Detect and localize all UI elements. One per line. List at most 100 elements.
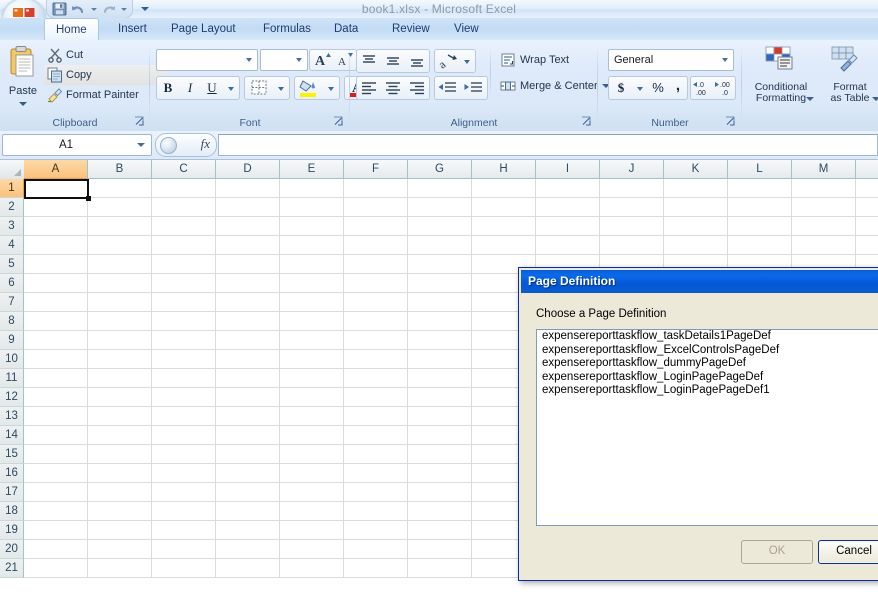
- cell-F9[interactable]: [344, 331, 408, 350]
- cell-E10[interactable]: [280, 350, 344, 369]
- cell-D7[interactable]: [216, 293, 280, 312]
- align-right-button[interactable]: [405, 77, 429, 99]
- fill-color-dropdown-icon[interactable]: [323, 77, 339, 99]
- column-header-d[interactable]: D: [216, 160, 280, 179]
- cell-D15[interactable]: [216, 445, 280, 464]
- increase-decimal-button[interactable]: .0 .00: [691, 77, 713, 99]
- cell-G4[interactable]: [408, 236, 472, 255]
- cut-button[interactable]: Cut: [44, 45, 83, 65]
- column-header-i[interactable]: I: [536, 160, 600, 179]
- cell-A16[interactable]: [24, 464, 88, 483]
- decrease-indent-button[interactable]: [435, 77, 461, 99]
- cell-C19[interactable]: [152, 521, 216, 540]
- cell-E18[interactable]: [280, 502, 344, 521]
- undo-icon[interactable]: [70, 1, 87, 17]
- number-format-dropdown-icon[interactable]: [722, 58, 728, 62]
- row-header-4[interactable]: 4: [0, 236, 24, 255]
- wrap-text-button[interactable]: Wrap Text: [496, 50, 569, 70]
- cell-E4[interactable]: [280, 236, 344, 255]
- cell-C12[interactable]: [152, 388, 216, 407]
- increase-indent-button[interactable]: [461, 77, 487, 99]
- name-box-dropdown-icon[interactable]: [137, 143, 145, 147]
- cell-B16[interactable]: [88, 464, 152, 483]
- cell-F6[interactable]: [344, 274, 408, 293]
- font-name-dropdown-icon[interactable]: [246, 58, 252, 62]
- format-painter-button[interactable]: Format Painter: [44, 85, 139, 105]
- cell-B6[interactable]: [88, 274, 152, 293]
- cell-G21[interactable]: [408, 559, 472, 578]
- bold-button[interactable]: B: [157, 77, 179, 99]
- cell-C3[interactable]: [152, 217, 216, 236]
- column-header-h[interactable]: H: [472, 160, 536, 179]
- conditional-formatting-button[interactable]: Conditional Formatting: [746, 44, 816, 106]
- cell-F11[interactable]: [344, 369, 408, 388]
- cell-B3[interactable]: [88, 217, 152, 236]
- cell-A10[interactable]: [24, 350, 88, 369]
- cell-C1[interactable]: [152, 179, 216, 198]
- format-as-table-dropdown-icon[interactable]: [872, 97, 878, 101]
- cell-G5[interactable]: [408, 255, 472, 274]
- cell-A6[interactable]: [24, 274, 88, 293]
- cell-B1[interactable]: [88, 179, 152, 198]
- italic-button[interactable]: I: [179, 77, 201, 99]
- cell-G1[interactable]: [408, 179, 472, 198]
- cell-E1[interactable]: [280, 179, 344, 198]
- cell-D9[interactable]: [216, 331, 280, 350]
- cell-E16[interactable]: [280, 464, 344, 483]
- cell-G6[interactable]: [408, 274, 472, 293]
- cell-D10[interactable]: [216, 350, 280, 369]
- row-header-10[interactable]: 10: [0, 350, 24, 369]
- underline-dropdown-icon[interactable]: [223, 77, 239, 99]
- cell-L3[interactable]: [728, 217, 792, 236]
- cell-E2[interactable]: [280, 198, 344, 217]
- grow-font-button[interactable]: A: [310, 50, 333, 70]
- paste-button[interactable]: Paste: [4, 44, 42, 110]
- cell-D1[interactable]: [216, 179, 280, 198]
- cell-C18[interactable]: [152, 502, 216, 521]
- cell-J2[interactable]: [600, 198, 664, 217]
- customize-qat-icon[interactable]: [139, 3, 151, 15]
- cell-F18[interactable]: [344, 502, 408, 521]
- cell-G9[interactable]: [408, 331, 472, 350]
- copy-button[interactable]: Copy: [44, 65, 166, 85]
- cell-D11[interactable]: [216, 369, 280, 388]
- cell-C17[interactable]: [152, 483, 216, 502]
- cell-B9[interactable]: [88, 331, 152, 350]
- cell-A14[interactable]: [24, 426, 88, 445]
- cell-D4[interactable]: [216, 236, 280, 255]
- cell-A7[interactable]: [24, 293, 88, 312]
- cell-L2[interactable]: [728, 198, 792, 217]
- accounting-dropdown-icon[interactable]: [633, 77, 647, 99]
- cell-I4[interactable]: [536, 236, 600, 255]
- row-header-7[interactable]: 7: [0, 293, 24, 312]
- percent-format-button[interactable]: %: [647, 77, 669, 99]
- cell-E5[interactable]: [280, 255, 344, 274]
- tab-home[interactable]: Home: [44, 18, 99, 41]
- column-header-f[interactable]: F: [344, 160, 408, 179]
- accounting-format-button[interactable]: $: [609, 77, 633, 99]
- cell-E17[interactable]: [280, 483, 344, 502]
- format-as-table-button[interactable]: Format as Table: [820, 44, 878, 106]
- merge-center-button[interactable]: Merge & Center: [496, 76, 610, 96]
- cell-D8[interactable]: [216, 312, 280, 331]
- row-header-1[interactable]: 1: [0, 179, 24, 198]
- cell-F14[interactable]: [344, 426, 408, 445]
- cell-D13[interactable]: [216, 407, 280, 426]
- cell-G17[interactable]: [408, 483, 472, 502]
- name-box[interactable]: A1: [2, 134, 152, 156]
- cell-D16[interactable]: [216, 464, 280, 483]
- cell-A8[interactable]: [24, 312, 88, 331]
- clipboard-dialog-launcher-icon[interactable]: [133, 115, 146, 128]
- cell-F20[interactable]: [344, 540, 408, 559]
- cell-F12[interactable]: [344, 388, 408, 407]
- cell-F8[interactable]: [344, 312, 408, 331]
- cell-B17[interactable]: [88, 483, 152, 502]
- cell-M1[interactable]: [792, 179, 856, 198]
- cell-F13[interactable]: [344, 407, 408, 426]
- cell-C4[interactable]: [152, 236, 216, 255]
- redo-dropdown-icon[interactable]: [119, 1, 128, 17]
- insert-function-icon[interactable]: fx: [201, 136, 210, 152]
- column-header-c[interactable]: C: [152, 160, 216, 179]
- cell-E6[interactable]: [280, 274, 344, 293]
- row-header-15[interactable]: 15: [0, 445, 24, 464]
